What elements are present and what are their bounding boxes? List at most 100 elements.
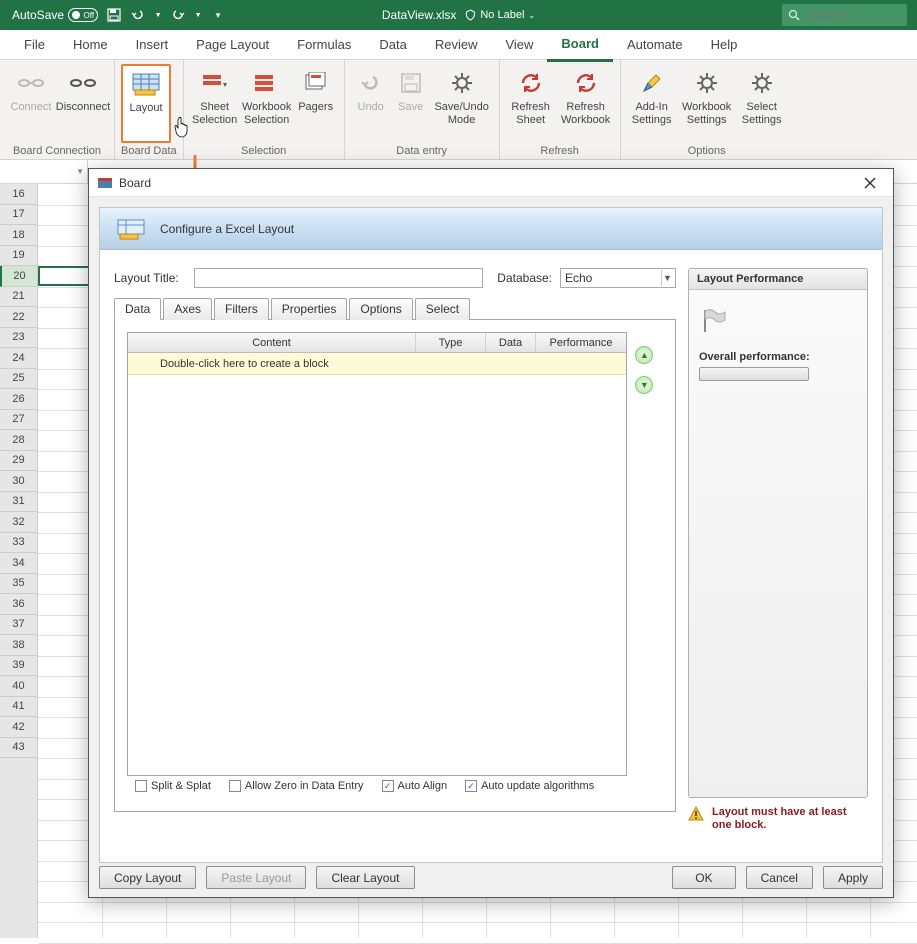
- move-up-button[interactable]: ▲: [635, 346, 653, 364]
- tab-panel-data: Content Type Data Performance Double-cli…: [114, 320, 676, 812]
- cancel-button[interactable]: Cancel: [746, 866, 813, 889]
- row-header[interactable]: 27: [0, 410, 37, 431]
- menu-tab-data[interactable]: Data: [365, 30, 420, 60]
- copy-layout-button[interactable]: Copy Layout: [99, 866, 196, 889]
- menu-tab-automate[interactable]: Automate: [613, 30, 697, 60]
- ribbon-refresh-sheet[interactable]: Refresh Sheet: [506, 64, 556, 143]
- disconnect-icon: [67, 67, 99, 99]
- row-header[interactable]: 42: [0, 717, 37, 738]
- overall-performance-label: Overall performance:: [699, 351, 857, 363]
- chk-auto-align[interactable]: ✓ Auto Align: [382, 780, 448, 792]
- menu-tab-formulas[interactable]: Formulas: [283, 30, 365, 60]
- database-select[interactable]: Echo ▼: [560, 268, 676, 288]
- menu-tab-pagelayout[interactable]: Page Layout: [182, 30, 283, 60]
- ribbon-undo[interactable]: Undo: [351, 64, 391, 143]
- row-header[interactable]: 18: [0, 225, 37, 246]
- row-header[interactable]: 30: [0, 471, 37, 492]
- move-down-button[interactable]: ▼: [635, 376, 653, 394]
- menu-tab-view[interactable]: View: [491, 30, 547, 60]
- row-header[interactable]: 20: [0, 266, 37, 287]
- undo-icon[interactable]: [130, 7, 146, 23]
- row-header[interactable]: 43: [0, 738, 37, 759]
- menu-tab-insert[interactable]: Insert: [122, 30, 183, 60]
- row-header[interactable]: 36: [0, 594, 37, 615]
- tab-data[interactable]: Data: [114, 298, 161, 320]
- row-header[interactable]: 17: [0, 205, 37, 226]
- row-header[interactable]: 41: [0, 697, 37, 718]
- clear-layout-button[interactable]: Clear Layout: [316, 866, 414, 889]
- ribbon-workbook-selection[interactable]: Workbook Selection: [242, 64, 292, 143]
- redo-icon[interactable]: [170, 7, 186, 23]
- qat-customize-icon[interactable]: ▾: [210, 7, 226, 23]
- menu-tab-home[interactable]: Home: [59, 30, 122, 60]
- row-header[interactable]: 34: [0, 553, 37, 574]
- row-header[interactable]: 40: [0, 676, 37, 697]
- ribbon-addin-settings[interactable]: Add-In Settings: [627, 64, 677, 143]
- row-header[interactable]: 19: [0, 246, 37, 267]
- autosave-label: AutoSave: [12, 8, 64, 22]
- row-header[interactable]: 33: [0, 533, 37, 554]
- row-header[interactable]: 25: [0, 369, 37, 390]
- chk-split-splat[interactable]: Split & Splat: [135, 780, 211, 792]
- namebox-dropdown-icon[interactable]: ▼: [76, 167, 84, 176]
- save-icon[interactable]: [106, 7, 122, 23]
- ribbon-pagers[interactable]: Pagers: [294, 64, 338, 143]
- paste-layout-button[interactable]: Paste Layout: [206, 866, 306, 889]
- row-header[interactable]: 35: [0, 574, 37, 595]
- row-header[interactable]: 22: [0, 307, 37, 328]
- dialog-titlebar: Board: [89, 169, 893, 197]
- ribbon-disconnect[interactable]: Disconnect: [58, 64, 108, 143]
- tab-select[interactable]: Select: [415, 298, 470, 320]
- ribbon-workbook-settings[interactable]: Workbook Settings: [679, 64, 735, 143]
- search-icon: [788, 9, 800, 21]
- chk-auto-update[interactable]: ✓ Auto update algorithms: [465, 780, 594, 792]
- row-header[interactable]: 23: [0, 328, 37, 349]
- document-title: DataView.xlsx: [382, 8, 456, 22]
- ribbon-save[interactable]: Save: [393, 64, 429, 143]
- sensitivity-label[interactable]: No Label ⌄: [464, 9, 535, 21]
- ribbon-refresh-workbook[interactable]: Refresh Workbook: [558, 64, 614, 143]
- row-header[interactable]: 16: [0, 184, 37, 205]
- ok-button[interactable]: OK: [672, 866, 735, 889]
- apply-button[interactable]: Apply: [823, 866, 883, 889]
- dialog-close-button[interactable]: [855, 172, 885, 194]
- dialog-header-title: Configure a Excel Layout: [160, 222, 294, 236]
- row-header[interactable]: 32: [0, 512, 37, 533]
- menu-tab-help[interactable]: Help: [697, 30, 752, 60]
- row-header[interactable]: 38: [0, 635, 37, 656]
- autosave-toggle[interactable]: AutoSave Off: [12, 8, 98, 22]
- tab-properties[interactable]: Properties: [271, 298, 348, 320]
- tab-options[interactable]: Options: [349, 298, 412, 320]
- tab-axes[interactable]: Axes: [163, 298, 212, 320]
- menu-tab-review[interactable]: Review: [421, 30, 492, 60]
- row-header[interactable]: 31: [0, 492, 37, 513]
- search-input[interactable]: [806, 8, 886, 22]
- row-header[interactable]: 26: [0, 389, 37, 410]
- block-table[interactable]: Content Type Data Performance Double-cli…: [127, 332, 627, 776]
- search-box[interactable]: [782, 4, 907, 26]
- name-box[interactable]: ▼: [0, 160, 88, 183]
- menu-tab-file[interactable]: File: [10, 30, 59, 60]
- row-header[interactable]: 39: [0, 656, 37, 677]
- dialog-app-icon: [97, 175, 113, 191]
- sheet-selection-icon: [199, 67, 231, 99]
- ribbon-select-settings[interactable]: Select Settings: [737, 64, 787, 143]
- toggle-pill[interactable]: Off: [68, 8, 98, 22]
- chk-allow-zero[interactable]: Allow Zero in Data Entry: [229, 780, 364, 792]
- menu-tab-board[interactable]: Board: [547, 29, 613, 62]
- row-header[interactable]: 37: [0, 615, 37, 636]
- th-content: Content: [128, 333, 416, 352]
- ribbon-sheet-selection[interactable]: Sheet Selection: [190, 64, 240, 143]
- row-header[interactable]: 21: [0, 287, 37, 308]
- row-header[interactable]: 24: [0, 348, 37, 369]
- row-header[interactable]: 29: [0, 451, 37, 472]
- redo-dropdown-icon[interactable]: ▼: [194, 7, 202, 23]
- tab-filters[interactable]: Filters: [214, 298, 269, 320]
- ribbon-connect[interactable]: Connect: [6, 64, 56, 143]
- undo-dropdown-icon[interactable]: ▼: [154, 7, 162, 23]
- create-block-hint[interactable]: Double-click here to create a block: [128, 353, 626, 375]
- ribbon-saveundo-mode[interactable]: Save/Undo Mode: [431, 64, 493, 143]
- ribbon-layout[interactable]: Layout: [121, 64, 171, 143]
- row-header[interactable]: 28: [0, 430, 37, 451]
- layout-title-input[interactable]: [194, 268, 483, 288]
